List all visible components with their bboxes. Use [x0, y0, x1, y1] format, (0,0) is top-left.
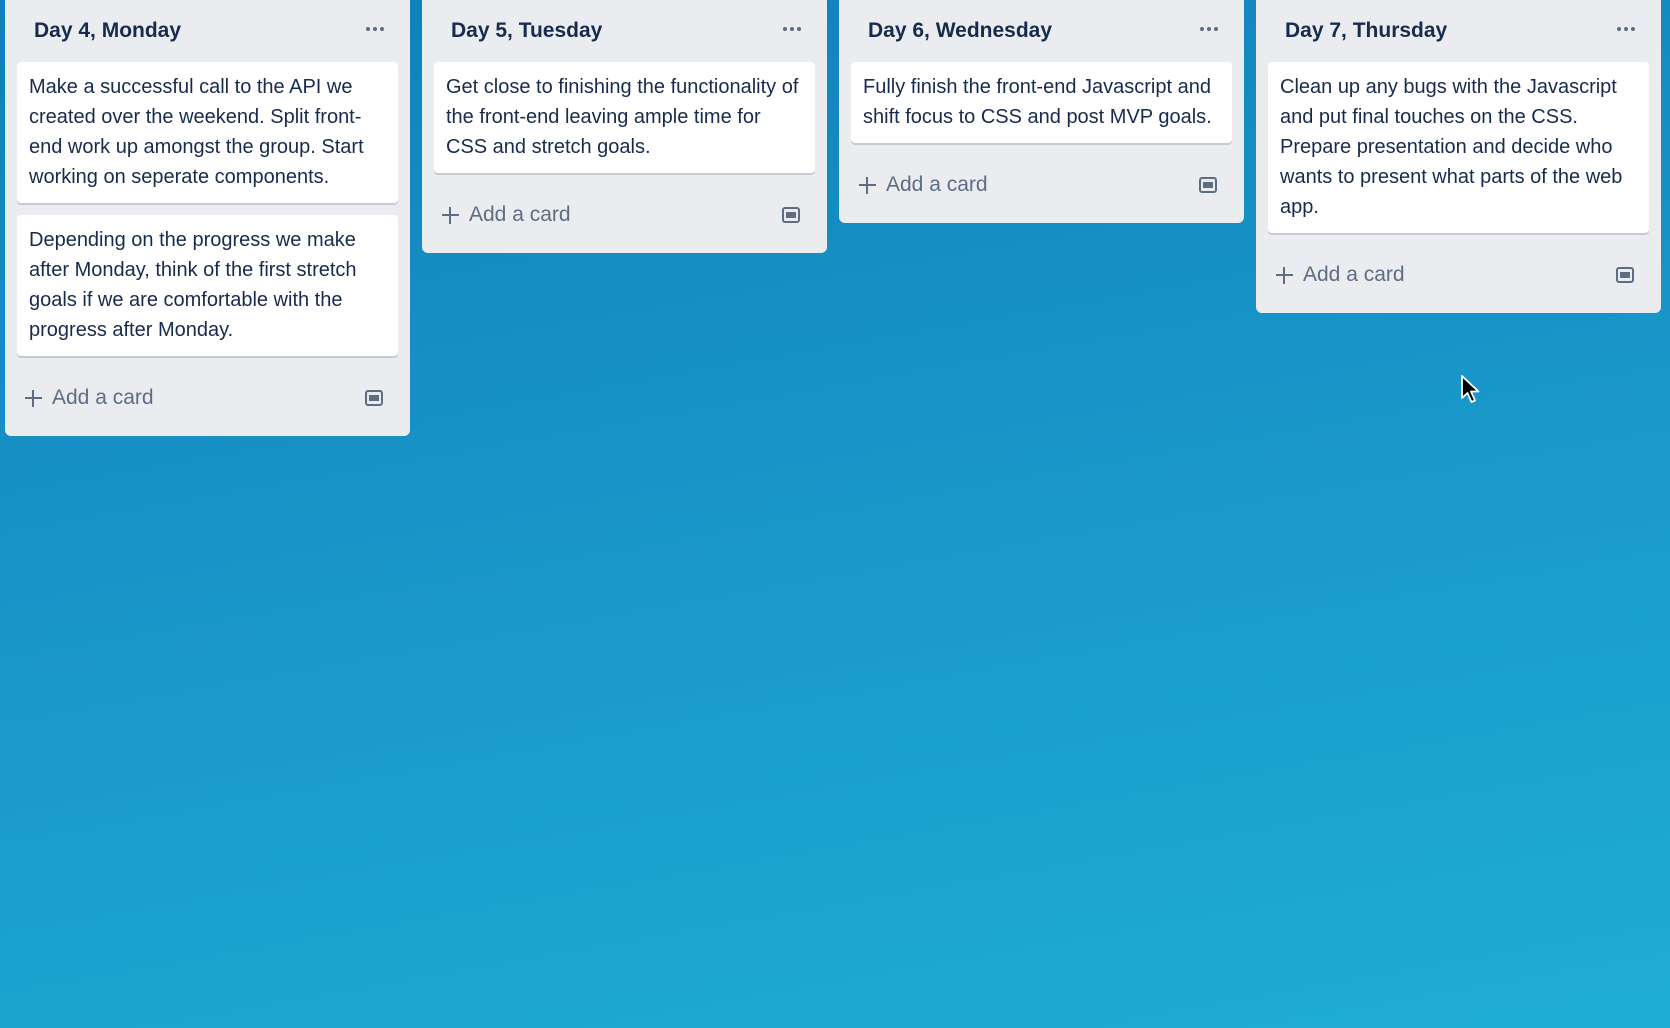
card[interactable]: Make a successful call to the API we cre… [17, 62, 398, 203]
list-day-6-wednesday: Day 6, Wednesday Fully finish the front-… [839, 0, 1244, 223]
list-day-7-thursday: Day 7, Thursday Clean up any bugs with t… [1256, 0, 1661, 313]
add-card-button[interactable]: Add a card [442, 195, 571, 235]
plus-icon [442, 206, 459, 224]
add-card-row: Add a card [1268, 245, 1649, 313]
create-from-template-button[interactable] [1194, 171, 1222, 199]
list-title[interactable]: Day 6, Wednesday [868, 19, 1052, 43]
add-card-label: Add a card [886, 173, 988, 196]
more-horizontal-icon [1200, 27, 1218, 31]
create-from-template-button[interactable] [777, 201, 805, 229]
more-horizontal-icon [366, 27, 384, 31]
list-title[interactable]: Day 7, Thursday [1285, 19, 1447, 43]
card[interactable]: Clean up any bugs with the Javascript an… [1268, 62, 1649, 233]
list-title[interactable]: Day 5, Tuesday [451, 19, 602, 43]
add-card-row: Add a card [434, 185, 815, 253]
list-menu-button[interactable] [1611, 14, 1641, 44]
add-card-row: Add a card [17, 368, 398, 436]
list-menu-button[interactable] [360, 14, 390, 44]
card[interactable]: Depending on the progress we make after … [17, 215, 398, 356]
card-template-icon [1199, 177, 1217, 193]
add-card-label: Add a card [469, 203, 571, 226]
add-card-button[interactable]: Add a card [1276, 255, 1405, 295]
plus-icon [25, 389, 42, 407]
board-canvas: Day 4, Monday Make a successful call to … [0, 0, 1670, 1028]
list-day-5-tuesday: Day 5, Tuesday Get close to finishing th… [422, 0, 827, 253]
add-card-button[interactable]: Add a card [859, 165, 988, 205]
create-from-template-button[interactable] [360, 384, 388, 412]
card-template-icon [1616, 267, 1634, 283]
add-card-row: Add a card [851, 155, 1232, 223]
plus-icon [1276, 266, 1293, 284]
create-from-template-button[interactable] [1611, 261, 1639, 289]
card[interactable]: Fully finish the front-end Javascript an… [851, 62, 1232, 143]
list-menu-button[interactable] [777, 14, 807, 44]
add-card-label: Add a card [1303, 263, 1405, 286]
card-template-icon [782, 207, 800, 223]
mouse-pointer-icon [1461, 375, 1480, 403]
add-card-button[interactable]: Add a card [25, 378, 154, 418]
more-horizontal-icon [1617, 27, 1635, 31]
list-header: Day 7, Thursday [1268, 0, 1649, 62]
list-header: Day 4, Monday [17, 0, 398, 62]
list-day-4-monday: Day 4, Monday Make a successful call to … [5, 0, 410, 436]
plus-icon [859, 176, 876, 194]
list-header: Day 5, Tuesday [434, 0, 815, 62]
card[interactable]: Get close to finishing the functionality… [434, 62, 815, 173]
card-template-icon [365, 390, 383, 406]
list-header: Day 6, Wednesday [851, 0, 1232, 62]
add-card-label: Add a card [52, 386, 154, 409]
more-horizontal-icon [783, 27, 801, 31]
list-menu-button[interactable] [1194, 14, 1224, 44]
list-title[interactable]: Day 4, Monday [34, 19, 181, 43]
